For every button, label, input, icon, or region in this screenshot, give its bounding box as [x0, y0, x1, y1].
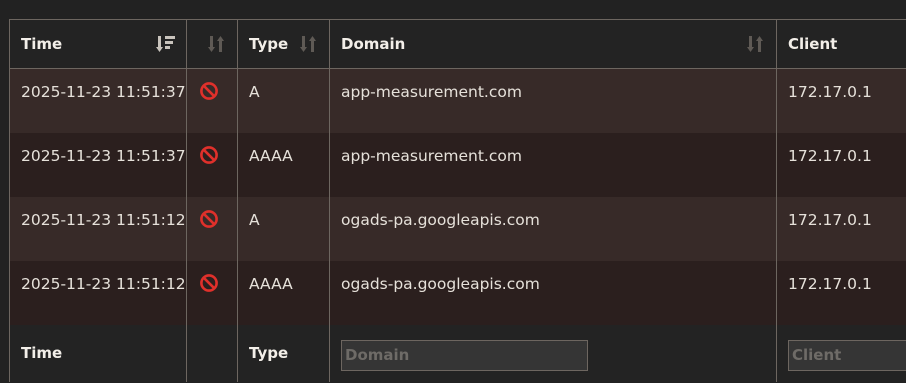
blocked-icon	[199, 81, 219, 101]
table-row[interactable]: 2025-11-23 11:51:12 AAAA ogads-pa.google…	[9, 260, 906, 325]
query-log-table: Time Type Domain Client 2025-11-23 11:51…	[9, 19, 906, 382]
blocked-icon	[199, 273, 219, 293]
column-header-type[interactable]: Type	[237, 19, 330, 69]
column-header-client[interactable]: Client	[776, 19, 906, 69]
cell-type: A	[237, 196, 330, 261]
sort-unsorted-icon[interactable]	[299, 34, 319, 54]
cell-client[interactable]: 172.17.0.1	[776, 260, 906, 325]
cell-status	[186, 260, 238, 325]
cell-status	[186, 68, 238, 133]
cell-client[interactable]: 172.17.0.1	[776, 68, 906, 133]
cell-time: 2025-11-23 11:51:12	[9, 260, 187, 325]
footer-status-cell	[186, 324, 238, 382]
cell-client[interactable]: 172.17.0.1	[776, 196, 906, 261]
cell-time: 2025-11-23 11:51:37	[9, 68, 187, 133]
footer-client-cell	[776, 324, 906, 382]
domain-filter-input[interactable]	[341, 339, 588, 371]
sort-unsorted-icon[interactable]	[207, 34, 227, 54]
column-header-type-label: Type	[249, 35, 289, 53]
cell-domain[interactable]: app-measurement.com	[329, 132, 777, 197]
table-row[interactable]: 2025-11-23 11:51:37 AAAA app-measurement…	[9, 132, 906, 197]
column-header-domain-label: Domain	[341, 35, 406, 53]
cell-status	[186, 196, 238, 261]
cell-time: 2025-11-23 11:51:37	[9, 132, 187, 197]
column-header-domain[interactable]: Domain	[329, 19, 777, 69]
sort-descending-icon[interactable]	[156, 34, 176, 54]
cell-type: AAAA	[237, 132, 330, 197]
footer-domain-cell	[329, 324, 777, 382]
footer-type-label: Type	[237, 324, 330, 382]
table-row[interactable]: 2025-11-23 11:51:37 A app-measurement.co…	[9, 68, 906, 133]
column-header-time-label: Time	[21, 35, 63, 53]
client-filter-input[interactable]	[788, 339, 906, 371]
cell-type: A	[237, 68, 330, 133]
cell-status	[186, 132, 238, 197]
blocked-icon	[199, 145, 219, 165]
cell-domain[interactable]: ogads-pa.googleapis.com	[329, 196, 777, 261]
blocked-icon	[199, 209, 219, 229]
cell-domain[interactable]: ogads-pa.googleapis.com	[329, 260, 777, 325]
footer-row: Time Type	[9, 324, 906, 382]
column-header-time[interactable]: Time	[9, 19, 187, 69]
cell-type: AAAA	[237, 260, 330, 325]
column-header-status[interactable]	[186, 19, 238, 69]
cell-domain[interactable]: app-measurement.com	[329, 68, 777, 133]
column-header-client-label: Client	[788, 35, 838, 53]
sort-unsorted-icon[interactable]	[746, 34, 766, 54]
footer-time-label: Time	[9, 324, 187, 382]
cell-time: 2025-11-23 11:51:12	[9, 196, 187, 261]
header-row: Time Type Domain Client	[9, 19, 906, 69]
cell-client[interactable]: 172.17.0.1	[776, 132, 906, 197]
table-row[interactable]: 2025-11-23 11:51:12 A ogads-pa.googleapi…	[9, 196, 906, 261]
